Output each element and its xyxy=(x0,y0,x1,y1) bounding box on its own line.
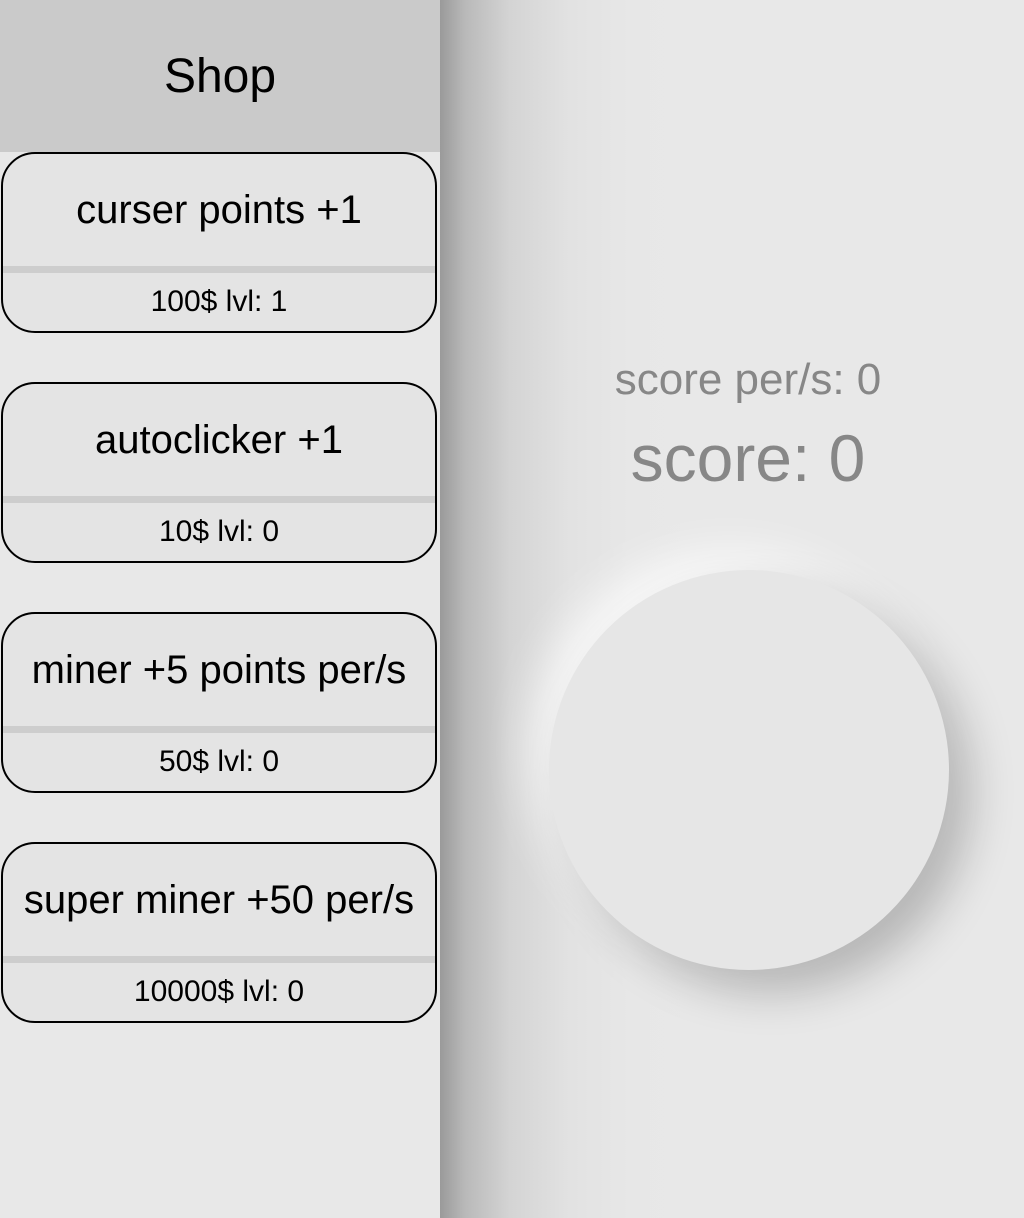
clicker-game-app: Shop curser points +1 100$ lvl: 1 autocl… xyxy=(0,0,1024,1218)
shop-item-miner[interactable]: miner +5 points per/s 50$ lvl: 0 xyxy=(1,612,437,793)
shop-sidebar: Shop curser points +1 100$ lvl: 1 autocl… xyxy=(0,0,440,1218)
shop-item-name: super miner +50 per/s xyxy=(23,877,415,922)
shop-item-price-level: 10000$ lvl: 0 xyxy=(133,975,305,1008)
score-per-second-label: score per/s: 0 xyxy=(614,355,882,404)
shop-item-name: autoclicker +1 xyxy=(95,417,343,462)
shop-item-name: miner +5 points per/s xyxy=(31,647,407,692)
shop-item-price-level: 10$ lvl: 0 xyxy=(158,515,280,548)
shop-item-curser-points[interactable]: curser points +1 100$ lvl: 1 xyxy=(1,152,437,333)
shop-item-price-level: 100$ lvl: 1 xyxy=(150,285,288,318)
shop-item-divider xyxy=(3,956,435,963)
game-area: score per/s: 0 score: 0 xyxy=(440,0,1024,1218)
shop-item-super-miner[interactable]: super miner +50 per/s 10000$ lvl: 0 xyxy=(1,842,437,1023)
shop-item-divider xyxy=(3,266,435,273)
score-label: score: 0 xyxy=(630,421,866,495)
shop-item-price-level: 50$ lvl: 0 xyxy=(158,745,280,778)
shop-item-divider xyxy=(3,726,435,733)
shop-item-autoclicker[interactable]: autoclicker +1 10$ lvl: 0 xyxy=(1,382,437,563)
click-target-button[interactable] xyxy=(549,570,949,970)
shop-header: Shop xyxy=(0,0,440,152)
shop-item-divider xyxy=(3,496,435,503)
shop-item-name: curser points +1 xyxy=(76,187,362,232)
shop-title: Shop xyxy=(163,49,277,103)
